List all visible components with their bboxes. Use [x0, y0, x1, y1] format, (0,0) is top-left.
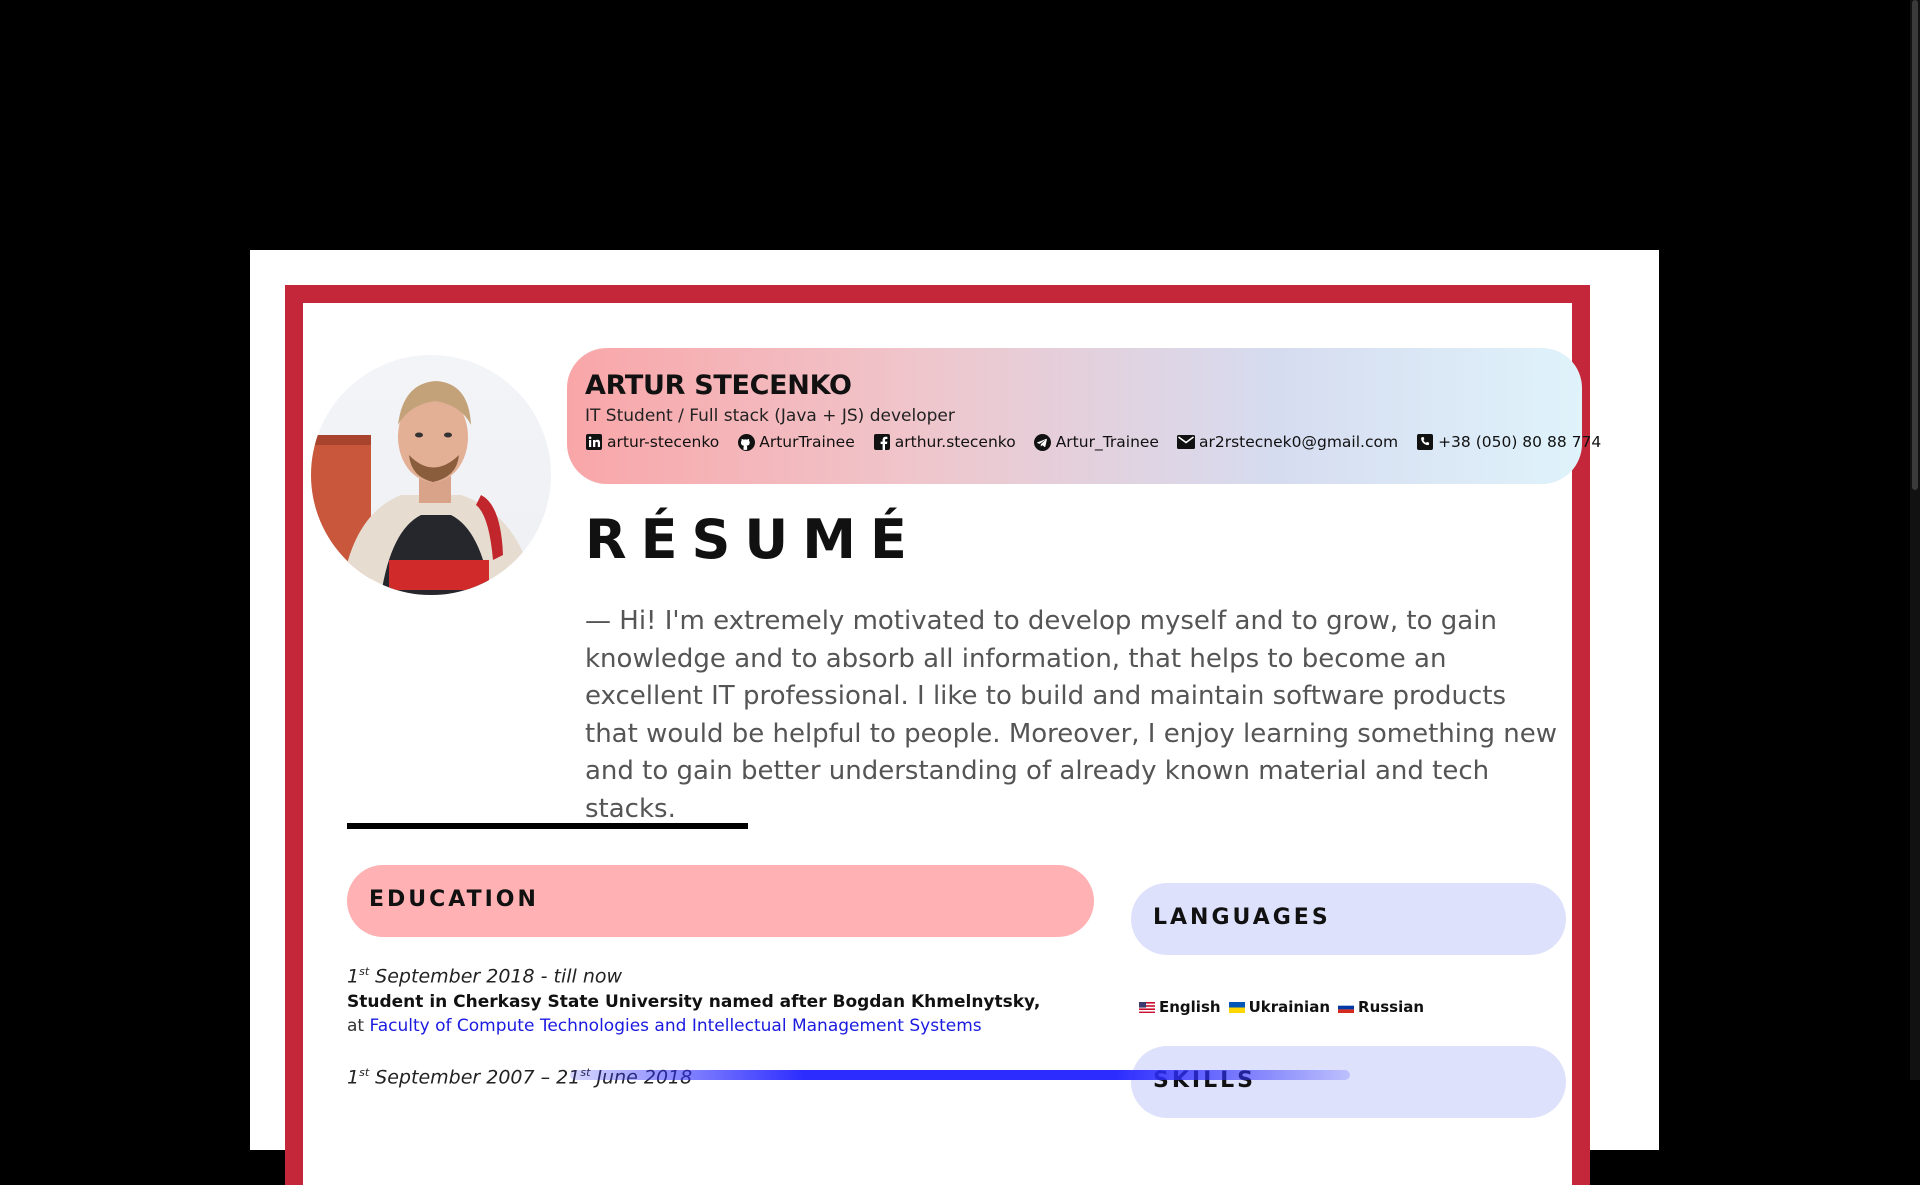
github-icon [737, 433, 755, 451]
education-item-title: Student in Cherkasy State University nam… [347, 992, 1041, 1012]
date-day: 1 [347, 1066, 360, 1089]
us-flag-icon [1139, 1001, 1155, 1013]
scrollbar[interactable] [1910, 0, 1920, 1080]
language-item: Ukrainian [1228, 998, 1331, 1016]
language-label: Ukrainian [1248, 998, 1331, 1016]
education-item-date: 1st September 2018 - till now [347, 965, 622, 987]
russia-flag-icon [1338, 1001, 1355, 1013]
github-link[interactable]: ArturTrainee [737, 433, 855, 451]
profile-subtitle: IT Student / Full stack (Java + JS) deve… [585, 406, 955, 426]
intro-text: — Hi! I'm extremely motivated to develop… [585, 606, 1557, 824]
section-divider [347, 823, 748, 829]
phone-label: +38 (050) 80 88 774 [1438, 433, 1602, 451]
email-link[interactable]: ar2rstecnek0@gmail.com [1176, 433, 1399, 451]
facebook-label: arthur.stecenko [894, 433, 1016, 451]
facebook-link[interactable]: arthur.stecenko [873, 433, 1016, 451]
linkedin-link[interactable]: artur-stecenko [585, 433, 719, 451]
date-suffix: st [359, 1066, 370, 1079]
scrollbar-thumb[interactable] [1912, 0, 1918, 490]
telegram-link[interactable]: Artur_Trainee [1034, 433, 1159, 451]
faculty-link[interactable]: Faculty of Compute Technologies and Inte… [370, 1016, 982, 1036]
languages-header: LANGUAGES [1131, 883, 1566, 955]
profile-name: ARTUR STECENKO [585, 370, 852, 401]
languages-list: English Ukrainian Russian [1139, 998, 1424, 1016]
faculty-prefix: at [347, 1016, 370, 1036]
phone-link[interactable]: +38 (050) 80 88 774 [1416, 433, 1601, 451]
resume-title: RÉSUMÉ [585, 508, 921, 571]
mail-icon [1176, 433, 1195, 451]
education-heading: EDUCATION [369, 887, 539, 912]
resume-sheet: ARTUR STECENKO IT Student / Full stack (… [250, 250, 1659, 1185]
education-item-faculty: at Faculty of Compute Technologies and I… [347, 1016, 982, 1036]
facebook-icon [873, 433, 891, 451]
telegram-label: Artur_Trainee [1055, 433, 1159, 451]
language-label: English [1159, 998, 1221, 1016]
linkedin-label: artur-stecenko [607, 433, 720, 451]
languages-heading: LANGUAGES [1153, 905, 1331, 930]
language-label: Russian [1358, 998, 1425, 1016]
profile-header: ARTUR STECENKO IT Student / Full stack (… [567, 348, 1601, 484]
resume-frame: ARTUR STECENKO IT Student / Full stack (… [285, 285, 1601, 1185]
date-suffix: st [359, 965, 370, 978]
github-label: ArturTrainee [759, 433, 855, 451]
language-item: Russian [1338, 998, 1424, 1016]
phone-icon [1416, 433, 1434, 451]
language-item: English [1139, 998, 1221, 1016]
profile-photo [311, 355, 551, 595]
date-middle: September 2007 – 21 [369, 1066, 581, 1089]
skills-header: SKILLS [1131, 1046, 1566, 1118]
contact-list: artur-stecenko ArturTrainee arthur.stece… [585, 433, 1601, 451]
focus-highlight-bar [570, 1070, 1350, 1080]
email-label: ar2rstecnek0@gmail.com [1198, 433, 1399, 451]
date-rest: September 2018 - till now [369, 965, 623, 988]
date-day: 1 [347, 965, 360, 988]
ukraine-flag-icon [1228, 1001, 1245, 1013]
telegram-icon [1034, 433, 1052, 451]
education-header: EDUCATION [347, 865, 1094, 937]
linkedin-icon [585, 433, 603, 451]
